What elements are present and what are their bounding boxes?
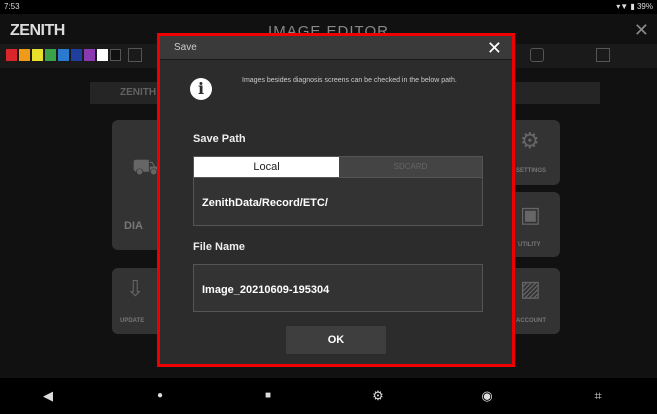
recents-icon[interactable]: ■ (258, 390, 278, 401)
car-icon: ⛟ (132, 154, 160, 179)
close-icon[interactable]: ✕ (634, 20, 649, 41)
android-nav-bar: ◀ ● ■ ⚙ ◉ ⌗ (0, 380, 657, 414)
storage-tabs: Local SDCARD (193, 156, 483, 178)
status-time: 7:53 (4, 2, 20, 11)
settings-icon[interactable]: ⚙ (368, 388, 388, 404)
color-swatch-purple[interactable] (84, 49, 95, 61)
file-name-label: File Name (193, 241, 245, 253)
info-icon: i (190, 78, 212, 100)
save-dialog: Save ✕ i Images besides diagnosis screen… (160, 36, 512, 364)
download-icon: ⇩ (126, 276, 145, 301)
save-path-field: ZenithData/Record/ETC/ (193, 178, 483, 226)
color-swatch-black[interactable] (110, 49, 121, 61)
color-swatch-yellow[interactable] (32, 49, 43, 61)
screenshot-icon[interactable]: ⌗ (588, 388, 608, 404)
tab-local[interactable]: Local (194, 157, 339, 177)
background-tile-label: SETTINGS (516, 168, 547, 174)
background-tile-label: UTILITY (518, 242, 541, 248)
camera-icon[interactable]: ◉ (477, 388, 497, 404)
dialog-title: Save (174, 42, 197, 53)
ok-button[interactable]: OK (286, 326, 386, 354)
pen-tool-icon[interactable] (128, 48, 142, 62)
color-swatch-red[interactable] (6, 49, 17, 61)
background-tile-label: ACCOUNT (516, 318, 546, 324)
status-indicators: ▾▼ ▮ 39% (616, 2, 653, 11)
file-name-field[interactable]: Image_20210609-195304 (193, 264, 483, 312)
info-message: Images besides diagnosis screens can be … (242, 77, 457, 84)
background-tile-label: UPDATE (120, 318, 145, 324)
background-tile-utility: ▣ UTILITY (508, 192, 560, 257)
color-swatch-white[interactable] (97, 49, 108, 61)
background-tile-account: ▨ ACCOUNT (508, 268, 560, 334)
background-header-label: ZENITH (120, 87, 157, 98)
background-tile-settings: ⚙ SETTINGS (508, 120, 560, 185)
home-dot-icon[interactable]: ● (150, 390, 170, 401)
utility-icon: ▣ (520, 202, 541, 227)
gear-icon: ⚙ (520, 128, 540, 153)
status-bar: 7:53 ▾▼ ▮ 39% (0, 0, 657, 14)
file-name-value: Image_20210609-195304 (202, 284, 330, 296)
back-icon[interactable]: ◀ (38, 388, 58, 404)
color-swatch-navy[interactable] (71, 49, 82, 61)
color-swatch-orange[interactable] (19, 49, 30, 61)
tab-sdcard[interactable]: SDCARD (339, 157, 482, 177)
image-icon: ▨ (520, 276, 541, 301)
save-path-value: ZenithData/Record/ETC/ (202, 197, 328, 209)
close-icon[interactable]: ✕ (487, 38, 502, 59)
color-swatch-blue[interactable] (58, 49, 69, 61)
background-tile-label: DIA (124, 220, 143, 232)
save-path-label: Save Path (193, 133, 246, 145)
undo-icon[interactable] (530, 48, 544, 62)
menu-icon[interactable] (596, 48, 610, 62)
dialog-title-bar: Save ✕ (160, 36, 512, 60)
color-swatch-green[interactable] (45, 49, 56, 61)
